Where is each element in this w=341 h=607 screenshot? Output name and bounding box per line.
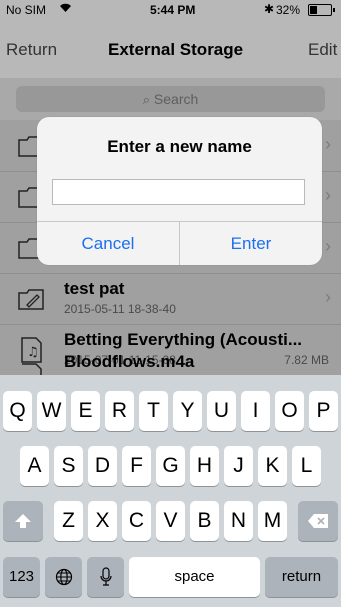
file-row[interactable]: Bloodflows.m4a	[0, 346, 341, 375]
battery-icon	[308, 4, 335, 16]
audio-file-icon	[17, 360, 45, 375]
key-d[interactable]: D	[88, 446, 117, 486]
key-w[interactable]: W	[37, 391, 66, 431]
key-t[interactable]: T	[139, 391, 168, 431]
key-f[interactable]: F	[122, 446, 151, 486]
folder-edit-icon	[17, 285, 45, 313]
bluetooth-icon: ✱	[264, 2, 275, 16]
wifi-icon	[59, 2, 72, 16]
search-input[interactable]: ⌕ Search	[16, 86, 325, 112]
key-z[interactable]: Z	[54, 501, 83, 541]
delete-key[interactable]	[298, 501, 338, 541]
key-a[interactable]: A	[20, 446, 49, 486]
search-icon: ⌕	[142, 92, 151, 107]
page-title: External Storage	[108, 40, 244, 59]
enter-button[interactable]: Enter	[180, 222, 322, 265]
alert-title: Enter a new name	[107, 137, 252, 156]
key-q[interactable]: Q	[3, 391, 32, 431]
key-r[interactable]: R	[105, 391, 134, 431]
cancel-button[interactable]: Cancel	[37, 222, 179, 265]
status-bar: No SIM 5:44 PM ✱ 32%	[0, 0, 341, 20]
key-v[interactable]: V	[156, 501, 185, 541]
file-row[interactable]: test pat 2015-05-11 18-38-40 ›	[0, 273, 341, 325]
chevron-right-icon: ›	[325, 185, 331, 205]
file-name: Bloodflows.m4a	[64, 352, 195, 371]
search-placeholder: Search	[153, 91, 199, 107]
key-n[interactable]: N	[224, 501, 253, 541]
key-x[interactable]: X	[88, 501, 117, 541]
keyboard: Q W E R T Y U I O P A S D F G H J K L Z …	[0, 375, 341, 607]
numbers-key[interactable]: 123	[3, 557, 40, 597]
key-i[interactable]: I	[241, 391, 270, 431]
key-c[interactable]: C	[122, 501, 151, 541]
key-p[interactable]: P	[309, 391, 338, 431]
chevron-right-icon: ›	[325, 236, 331, 256]
edit-button[interactable]: Edit	[308, 40, 337, 60]
shift-key[interactable]	[3, 501, 43, 541]
battery-percent: 32%	[276, 3, 301, 17]
key-g[interactable]: G	[156, 446, 185, 486]
key-j[interactable]: J	[224, 446, 253, 486]
chevron-right-icon: ›	[325, 134, 331, 154]
key-u[interactable]: U	[207, 391, 236, 431]
space-key[interactable]: space	[129, 557, 260, 597]
rename-alert: Enter a new name Cancel Enter	[37, 117, 322, 265]
globe-icon[interactable]	[45, 557, 82, 597]
navigation-bar: Return External Storage Edit	[0, 20, 341, 78]
carrier-label: No SIM	[6, 3, 47, 17]
key-k[interactable]: K	[258, 446, 287, 486]
file-date: 2015-05-11 18-38-40	[64, 302, 176, 316]
microphone-icon[interactable]	[87, 557, 124, 597]
key-y[interactable]: Y	[173, 391, 202, 431]
key-l[interactable]: L	[292, 446, 321, 486]
key-h[interactable]: H	[190, 446, 219, 486]
key-m[interactable]: M	[258, 501, 287, 541]
clock: 5:44 PM	[150, 3, 196, 17]
key-e[interactable]: E	[71, 391, 100, 431]
return-button[interactable]: Return	[6, 40, 57, 60]
return-key[interactable]: return	[265, 557, 338, 597]
key-s[interactable]: S	[54, 446, 83, 486]
key-o[interactable]: O	[275, 391, 304, 431]
key-b[interactable]: B	[190, 501, 219, 541]
file-name: test pat	[64, 279, 125, 298]
search-bar: ⌕ Search	[0, 78, 341, 120]
new-name-input[interactable]	[52, 179, 305, 205]
chevron-right-icon: ›	[325, 287, 331, 307]
